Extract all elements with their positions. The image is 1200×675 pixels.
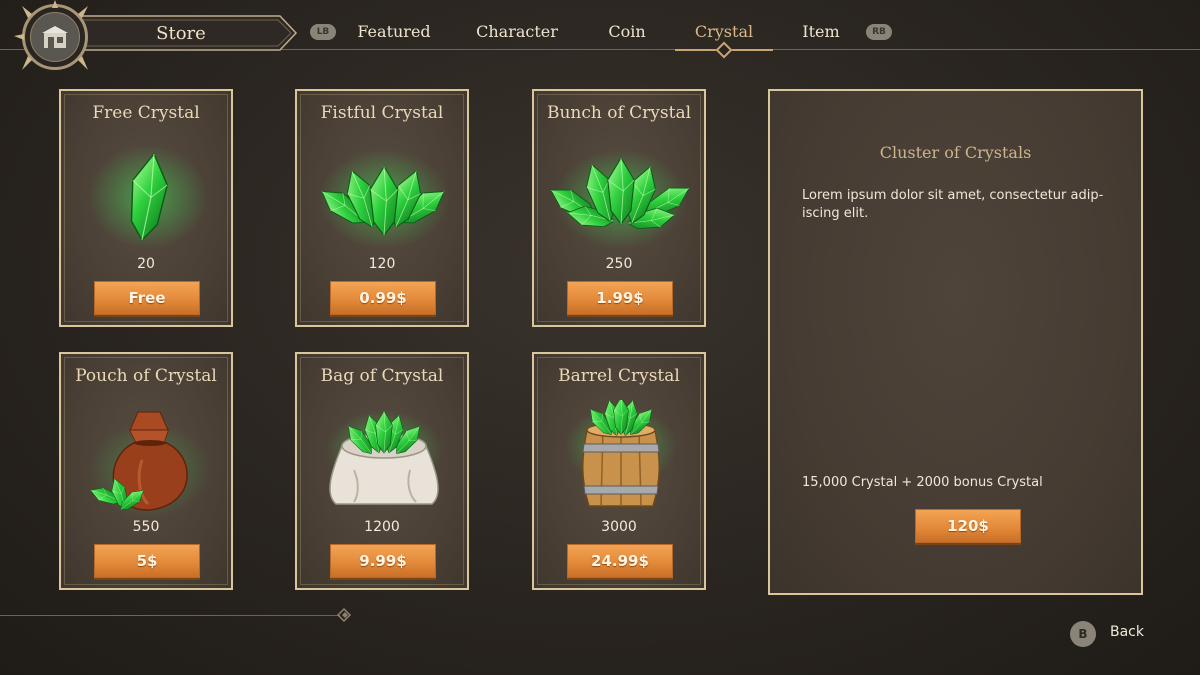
detail-buy-button[interactable]: 120$ [915,509,1021,543]
store-title: Store [156,23,206,44]
buy-button[interactable]: 24.99$ [567,544,673,578]
detail-description: Lorem ipsum dolor sit amet, consectetur … [802,188,1104,221]
buy-button[interactable]: 9.99$ [330,544,436,578]
single-crystal-icon [88,145,208,249]
product-card-fistful-crystal[interactable]: Fistful Crystal 120 0.99$ [295,89,469,327]
b-button-hint[interactable]: B [1070,621,1096,647]
product-amount: 250 [605,256,633,272]
crystal-bunch-icon [551,149,691,249]
product-card-bag-of-crystal[interactable]: Bag of Crystal 1200 9.99$ [295,352,469,590]
buy-button[interactable]: 5$ [94,544,200,578]
product-title: Barrel Crystal [558,366,680,386]
rb-button-hint[interactable]: RB [866,24,892,40]
bottom-divider [0,615,340,616]
product-card-pouch-of-crystal[interactable]: Pouch of Crystal 550 5$ [59,352,233,590]
product-card-free-crystal[interactable]: Free Crystal 20 Free [59,89,233,327]
product-amount: 1200 [364,519,400,535]
buy-button[interactable]: 1.99$ [567,281,673,315]
tab-coin[interactable]: Coin [600,22,654,41]
tab-crystal[interactable]: Crystal [684,22,764,41]
product-detail-panel: Cluster of Crystals Lorem ipsum dolor si… [768,89,1143,595]
lb-button-hint[interactable]: LB [310,24,336,40]
buy-button[interactable]: Free [94,281,200,315]
product-title: Pouch of Crystal [75,366,217,386]
product-title: Free Crystal [92,103,200,123]
product-card-bunch-of-crystal[interactable]: Bunch of Crystal 250 1.99$ [532,89,706,327]
tab-featured[interactable]: Featured [352,22,436,41]
tab-character[interactable]: Character [472,22,562,41]
crystal-bag-icon [326,410,442,505]
product-title: Bag of Crystal [320,366,444,386]
product-title: Bunch of Crystal [546,103,692,123]
product-title: Fistful Crystal [320,103,444,123]
store-title-banner: Store [66,14,298,52]
crystal-barrel-icon [565,400,677,507]
crystal-pouch-icon [87,411,212,518]
detail-title: Cluster of Crystals [879,143,1032,162]
top-bar: Store LB Featured Character Coin Crystal… [0,0,1200,70]
emblem-spikes-icon [14,0,88,70]
product-card-barrel-crystal[interactable]: Barrel Crystal 3000 24.99$ [532,352,706,590]
product-amount: 3000 [601,519,637,535]
product-amount: 20 [137,256,155,272]
detail-bundle-contents: 15,000 Crystal + 2000 bonus Crystal [802,475,1043,490]
arrow-right-icon [336,607,352,623]
crystal-cluster-icon [315,149,451,249]
tab-item[interactable]: Item [796,22,846,41]
buy-button[interactable]: 0.99$ [330,281,436,315]
active-tab-diamond-icon [715,41,733,59]
product-amount: 550 [132,519,160,535]
product-amount: 120 [368,256,396,272]
back-button-label[interactable]: Back [1110,624,1144,640]
